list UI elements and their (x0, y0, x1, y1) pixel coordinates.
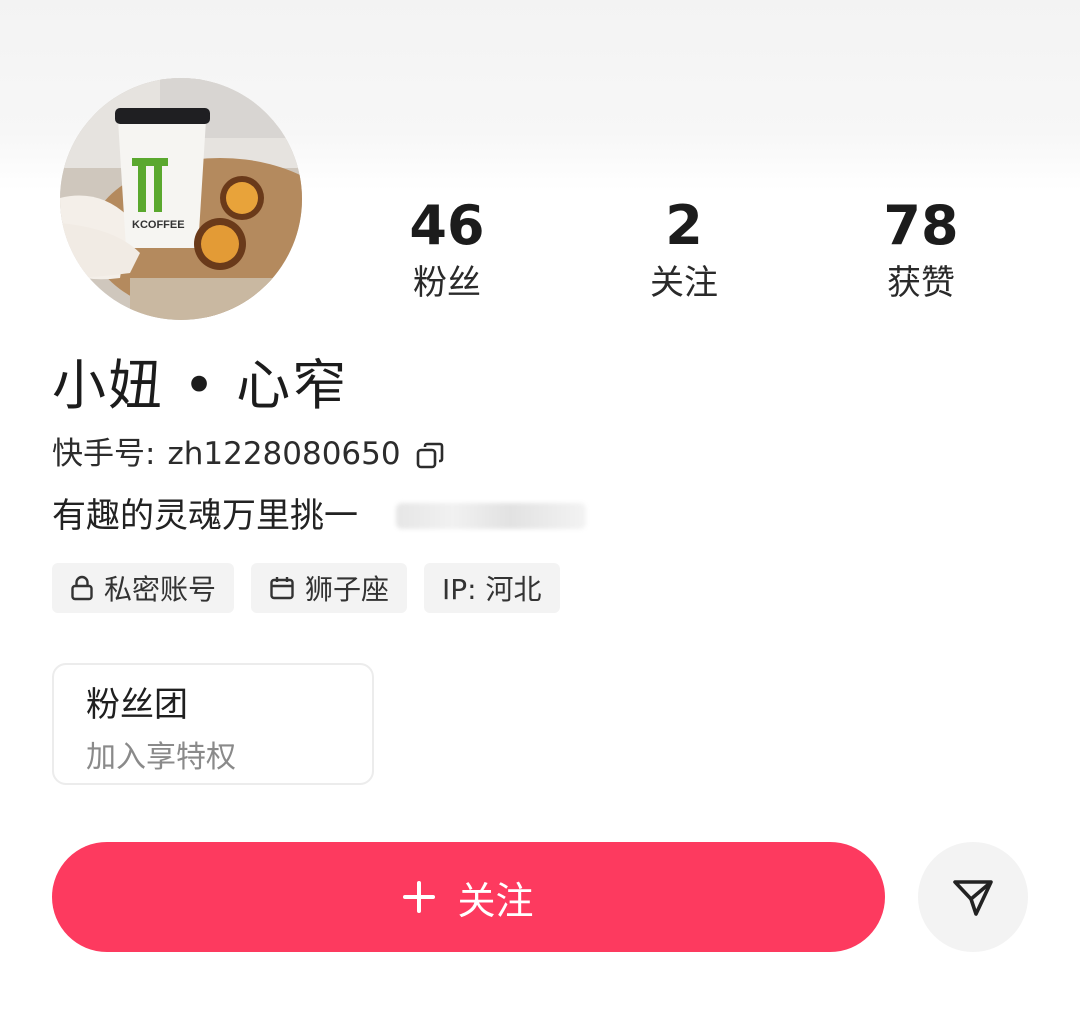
tag-ip-location: IP: 河北 (424, 563, 560, 613)
followers-count: 46 (409, 194, 485, 257)
stat-following[interactable]: 2 关注 (594, 196, 774, 308)
follow-button[interactable]: 关注 (52, 842, 885, 952)
stat-likes[interactable]: 78 获赞 (831, 196, 1011, 308)
tag-label: 私密账号 (104, 573, 217, 606)
tag-label: IP: 河北 (442, 573, 542, 606)
tag-private-account: 私密账号 (52, 563, 235, 613)
follow-label: 关注 (457, 880, 534, 923)
following-label: 关注 (650, 263, 718, 303)
bio-text: 有趣的灵魂万里挑一 (52, 496, 358, 536)
svg-text:KCOFFEE: KCOFFEE (132, 219, 185, 231)
account-id-value: zh1228080650 (167, 436, 401, 472)
share-button[interactable] (918, 842, 1028, 952)
likes-count: 78 (883, 194, 959, 257)
plus-icon (403, 881, 436, 913)
fan-club-title: 粉丝团 (86, 685, 188, 725)
send-icon (953, 880, 993, 916)
followers-label: 粉丝 (413, 263, 481, 303)
avatar-photo: KCOFFEE (60, 78, 302, 320)
calendar-icon (269, 575, 295, 601)
bio-line: 有趣的灵魂万里挑一 (52, 492, 586, 540)
profile-name: 小妞 • 心窄 (52, 354, 349, 417)
following-count: 2 (665, 194, 703, 257)
profile-tags: 私密账号 狮子座 IP: 河北 (52, 563, 560, 613)
tag-zodiac: 狮子座 (251, 563, 408, 613)
copy-icon[interactable] (415, 439, 445, 469)
account-id-label: 快手号: (52, 436, 156, 472)
account-id-line: 快手号: zh1228080650 (52, 432, 445, 476)
tag-label: 狮子座 (305, 573, 390, 606)
blurred-content (396, 503, 586, 529)
fan-club-card[interactable]: 粉丝团 加入享特权 (52, 663, 374, 785)
lock-icon (70, 575, 94, 601)
likes-label: 获赞 (887, 263, 955, 303)
stat-followers[interactable]: 46 粉丝 (357, 196, 537, 308)
avatar[interactable]: KCOFFEE (60, 78, 302, 320)
fan-club-subtitle: 加入享特权 (86, 740, 236, 775)
